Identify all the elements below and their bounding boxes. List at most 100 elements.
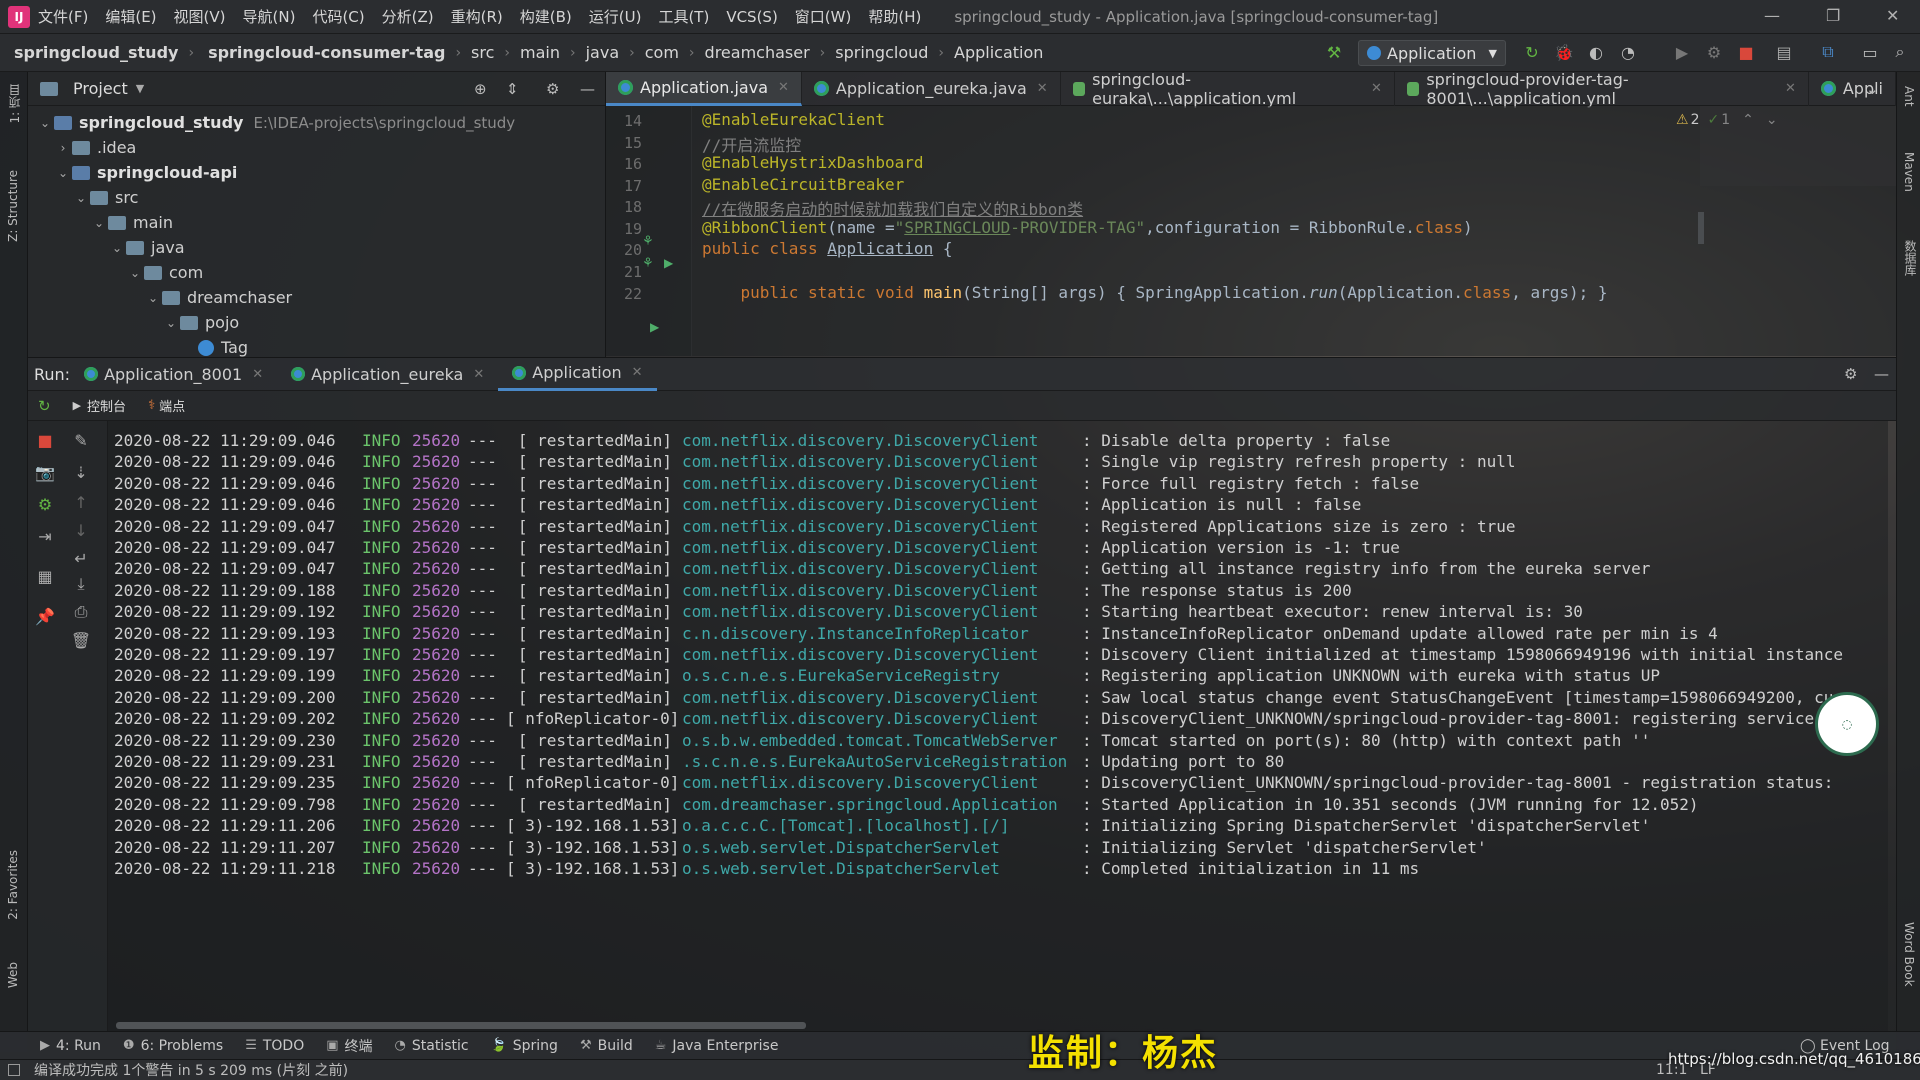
trash-icon[interactable]: 🗑: [70, 629, 92, 651]
collapse-all-icon[interactable]: ⇕: [506, 80, 519, 98]
editor-tab[interactable]: Appli: [1809, 71, 1896, 106]
tool-window-button[interactable]: ◔ Statistic: [395, 1038, 469, 1054]
tool-window-button[interactable]: ☰ TODO: [245, 1038, 304, 1054]
scroll-to-end-icon[interactable]: ⤓: [70, 573, 92, 595]
menu-item-6[interactable]: 重构(R): [451, 6, 503, 27]
tool-window-button[interactable]: ❶ 6: Problems: [123, 1038, 223, 1054]
database-tool-button[interactable]: 数据库: [1902, 240, 1919, 276]
close-tab-icon[interactable]: ✕: [1785, 81, 1796, 96]
favorites-tool-button[interactable]: 2: Favorites: [6, 850, 20, 920]
edit-icon[interactable]: ✎: [70, 429, 92, 451]
breadcrumb-item[interactable]: Application: [954, 43, 1043, 62]
tree-item[interactable]: ⌄ springcloud-api: [28, 160, 605, 185]
close-tab-icon[interactable]: ✕: [1037, 81, 1048, 96]
tree-item[interactable]: › .idea: [28, 135, 605, 160]
horizontal-scrollbar[interactable]: [116, 1022, 806, 1029]
tree-chevron-icon[interactable]: ⌄: [54, 166, 72, 180]
floating-assistant-ball[interactable]: ◌: [1815, 692, 1879, 756]
editor-tab[interactable]: Application.java ✕: [606, 71, 802, 106]
close-tab-icon[interactable]: ✕: [473, 367, 484, 382]
menu-item-5[interactable]: 分析(Z): [382, 6, 434, 27]
menu-item-3[interactable]: 导航(N): [243, 6, 296, 27]
menu-item-2[interactable]: 视图(V): [174, 6, 226, 27]
run-tab[interactable]: Application ✕: [498, 357, 657, 391]
tree-chevron-icon[interactable]: ⌄: [108, 241, 126, 255]
menu-item-9[interactable]: 工具(T): [658, 6, 709, 27]
tabs-overflow-chevron-icon[interactable]: ⌄: [1866, 80, 1879, 98]
tree-item[interactable]: ⌄ springcloud_study E:\IDEA-projects\sprin…: [28, 110, 605, 135]
tree-item[interactable]: ⌄ main: [28, 210, 605, 235]
run-tab[interactable]: Application_8001 ✕: [70, 357, 277, 391]
wordbook-tool-button[interactable]: Word Book: [1902, 922, 1916, 987]
translate-icon[interactable]: ⧉: [1818, 42, 1838, 62]
tree-chevron-icon[interactable]: ›: [54, 141, 72, 155]
stop-icon[interactable]: ■: [1736, 42, 1756, 62]
code-minimap[interactable]: [1700, 106, 1896, 186]
print-icon[interactable]: ⎙: [70, 601, 92, 623]
tree-item[interactable]: ⌄ pojo: [28, 310, 605, 335]
gear-icon[interactable]: ⚙: [546, 80, 559, 98]
breadcrumb-item[interactable]: dreamchaser: [705, 43, 810, 62]
run-gutter-icon[interactable]: ▶: [664, 256, 673, 270]
project-tool-button[interactable]: 1: 项目: [6, 84, 23, 124]
minimize-icon[interactable]: —: [1764, 6, 1780, 25]
debug-icon[interactable]: 🐞: [1554, 42, 1574, 62]
breadcrumb-item[interactable]: springcloud-consumer-tag: [208, 43, 445, 62]
chevron-down-icon[interactable]: ▼: [136, 82, 144, 95]
gear-icon[interactable]: ⚙: [1844, 365, 1857, 383]
tool-window-button[interactable]: ▶ 4: Run: [40, 1038, 101, 1054]
attach-icon[interactable]: ⚙: [1704, 42, 1724, 62]
close-tab-icon[interactable]: ✕: [1371, 81, 1382, 96]
up-icon[interactable]: ↑: [70, 491, 92, 513]
menu-item-1[interactable]: 编辑(E): [105, 6, 156, 27]
breadcrumb-item[interactable]: java: [586, 43, 620, 62]
sort-down-icon[interactable]: ⇣: [70, 461, 92, 483]
tree-chevron-icon[interactable]: ⌄: [126, 266, 144, 280]
structure-tool-button[interactable]: Z: Structure: [6, 170, 20, 242]
close-tab-icon[interactable]: ✕: [252, 367, 263, 382]
layout-icon[interactable]: ▦: [34, 565, 56, 587]
editor-tab[interactable]: springcloud-provider-tag-8001\...\applic…: [1395, 70, 1809, 108]
maven-tool-button[interactable]: Maven: [1902, 152, 1916, 192]
status-toggle-icon[interactable]: [8, 1064, 20, 1076]
rerun-icon[interactable]: ↻: [1522, 42, 1542, 62]
layout-icon[interactable]: ▭: [1860, 42, 1880, 62]
project-view-select[interactable]: Project: [73, 79, 128, 98]
run-icon[interactable]: ▶: [1672, 42, 1692, 62]
soft-wrap-icon[interactable]: ↵: [70, 547, 92, 569]
close-tab-icon[interactable]: ✕: [632, 365, 643, 380]
project-structure-icon[interactable]: ▤: [1774, 42, 1794, 62]
code-editor[interactable]: ⚘ ⚘ ▶ ▶ 14 15 16 17 18 19 20 21 22 @EnableEureka…: [606, 106, 1896, 356]
exit-icon[interactable]: ⇥: [34, 525, 56, 547]
tree-chevron-icon[interactable]: ⌄: [36, 116, 54, 130]
editor-tab[interactable]: springcloud-euraka\...\application.yml ✕: [1061, 70, 1395, 108]
editor-tab[interactable]: Application_eureka.java ✕: [802, 71, 1061, 106]
menu-item-11[interactable]: 窗口(W): [795, 6, 852, 27]
tree-item[interactable]: ⌄ src: [28, 185, 605, 210]
ant-tool-button[interactable]: Ant: [1902, 86, 1916, 107]
menu-item-10[interactable]: VCS(S): [726, 8, 777, 26]
menu-item-12[interactable]: 帮助(H): [868, 6, 921, 27]
menu-item-8[interactable]: 运行(U): [589, 6, 642, 27]
rerun-icon[interactable]: ↻: [38, 397, 51, 415]
tool-window-button[interactable]: ☕ Java Enterprise: [655, 1038, 779, 1054]
spring-bean-gutter-icon[interactable]: ⚘: [642, 234, 654, 249]
menu-item-4[interactable]: 代码(C): [312, 6, 364, 27]
menu-item-7[interactable]: 构建(B): [520, 6, 572, 27]
spring-bean-gutter-icon-2[interactable]: ⚘: [642, 256, 654, 271]
tool-window-button[interactable]: ▣ 终端: [326, 1036, 372, 1056]
tree-item[interactable]: ⌄ java: [28, 235, 605, 260]
hide-panel-icon[interactable]: —: [1874, 365, 1889, 383]
search-icon[interactable]: ⌕: [1890, 42, 1910, 62]
profile-icon[interactable]: ◔: [1618, 42, 1638, 62]
build-hammer-icon[interactable]: ⚒: [1324, 42, 1344, 62]
rerun-debug-icon[interactable]: ⚙: [34, 493, 56, 515]
tab-console[interactable]: 控制台: [87, 396, 126, 415]
breadcrumb-item[interactable]: springcloud: [835, 43, 928, 62]
pin-icon[interactable]: 📌: [34, 605, 56, 627]
run-configuration-select[interactable]: Application ▼: [1358, 40, 1506, 66]
stop-icon[interactable]: ■: [34, 429, 56, 451]
breadcrumb-item[interactable]: springcloud_study: [14, 43, 178, 62]
tab-endpoints[interactable]: 端点: [159, 396, 185, 415]
close-tab-icon[interactable]: ✕: [778, 80, 789, 95]
